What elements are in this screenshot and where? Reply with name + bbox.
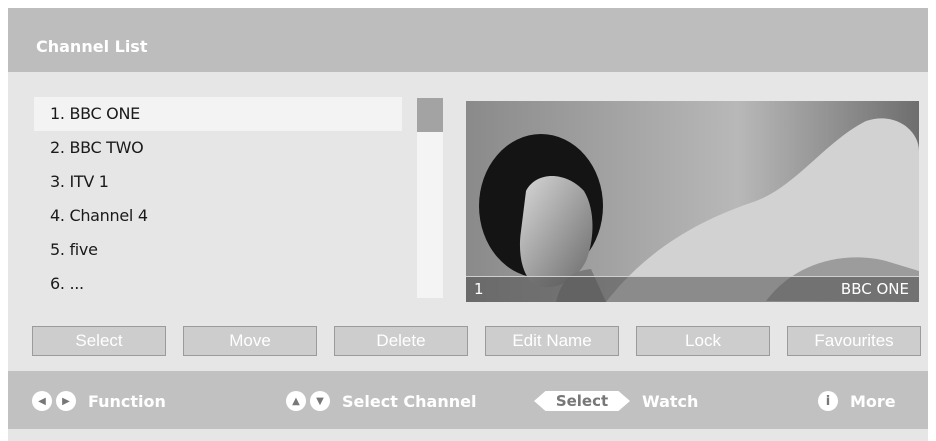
info-icon: i [818, 391, 838, 411]
move-button[interactable]: Move [183, 326, 317, 356]
channel-preview: 1 BBC ONE [466, 101, 919, 302]
channel-list: 1. BBC ONE 2. BBC TWO 3. ITV 1 4. Channe… [34, 97, 402, 301]
channel-item[interactable]: 4. Channel 4 [34, 199, 402, 233]
function-hint: ◀ ▶ Function [32, 391, 166, 411]
select-channel-hint: ▲ ▼ Select Channel [286, 391, 476, 411]
watch-hint: Select Watch [534, 391, 698, 411]
lock-button[interactable]: Lock [636, 326, 770, 356]
function-label: Function [88, 391, 166, 411]
scrollbar[interactable] [417, 98, 443, 298]
page-title: Channel List [36, 37, 148, 56]
preview-info-bar: 1 BBC ONE [466, 276, 919, 302]
up-arrow-icon: ▲ [286, 391, 306, 411]
select-key-icon: Select [534, 391, 630, 411]
left-arrow-icon: ◀ [32, 391, 52, 411]
preview-channel-name: BBC ONE [840, 280, 909, 298]
delete-button[interactable]: Delete [334, 326, 468, 356]
channel-item[interactable]: 3. ITV 1 [34, 165, 402, 199]
channel-item[interactable]: 6. ... [34, 267, 402, 301]
preview-channel-number: 1 [474, 280, 484, 298]
favourites-button[interactable]: Favourites [787, 326, 921, 356]
channel-list-window: Channel List 1. BBC ONE 2. BBC TWO 3. IT… [8, 8, 928, 441]
down-arrow-icon: ▼ [310, 391, 330, 411]
scrollbar-thumb[interactable] [417, 98, 443, 132]
more-label: More [850, 391, 896, 411]
header-bar: Channel List [8, 8, 928, 72]
channel-item[interactable]: 5. five [34, 233, 402, 267]
channel-item[interactable]: 1. BBC ONE [34, 97, 402, 131]
right-arrow-icon: ▶ [56, 391, 76, 411]
channel-item[interactable]: 2. BBC TWO [34, 131, 402, 165]
more-hint: i More [818, 391, 896, 411]
edit-name-button[interactable]: Edit Name [485, 326, 619, 356]
footer-hint-bar: ◀ ▶ Function ▲ ▼ Select Channel Select W… [8, 371, 928, 429]
select-button[interactable]: Select [32, 326, 166, 356]
preview-image [466, 101, 919, 302]
watch-label: Watch [642, 391, 699, 411]
select-channel-label: Select Channel [342, 391, 477, 411]
